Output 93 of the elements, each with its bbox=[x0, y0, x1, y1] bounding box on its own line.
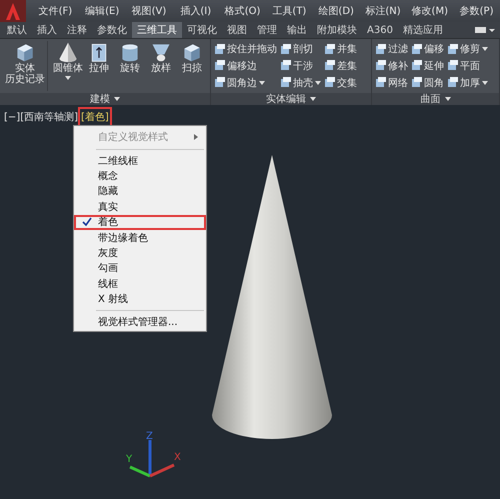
ribbon-tool-button[interactable]: 剖切 bbox=[280, 42, 321, 56]
ribbon-tool-button[interactable]: 并集 bbox=[324, 42, 357, 56]
panel-title-button[interactable]: 建模 bbox=[0, 93, 210, 105]
block-icon bbox=[447, 60, 458, 72]
tool-label: 扫掠 bbox=[182, 63, 202, 74]
ribbon-tab[interactable]: 附加模块 bbox=[312, 22, 362, 38]
ribbon-tool-button[interactable]: 圆角 bbox=[411, 76, 444, 90]
app-logo-icon[interactable] bbox=[0, 0, 26, 22]
block-icon bbox=[280, 44, 291, 55]
ribbon-tab[interactable]: 输出 bbox=[282, 22, 312, 38]
menu-option[interactable]: 灰度 bbox=[74, 245, 206, 261]
block-icon bbox=[324, 44, 335, 55]
ribbon-tool-button[interactable]: 平面 bbox=[447, 58, 488, 73]
tool-label: 历史记录 bbox=[5, 74, 45, 85]
menu-option[interactable]: 二维线框 bbox=[74, 153, 206, 168]
tool-label: 旋转 bbox=[120, 63, 140, 74]
ribbon-tool-button[interactable]: 过滤 bbox=[375, 42, 408, 56]
ribbon-tab[interactable]: 可视化 bbox=[182, 22, 222, 38]
ribbon-tool-button[interactable]: 旋转 bbox=[115, 41, 145, 91]
menu-option[interactable]: X 射线 bbox=[74, 292, 206, 307]
block-icon bbox=[375, 77, 386, 88]
tool-label: 放样 bbox=[151, 63, 171, 74]
ribbon-tab[interactable]: 插入 bbox=[32, 22, 62, 38]
block-icon bbox=[411, 77, 422, 88]
menu-item[interactable]: 编辑(E) bbox=[78, 4, 126, 18]
menu-option[interactable]: 勾画 bbox=[74, 260, 206, 276]
ribbon-tab[interactable]: 默认 bbox=[2, 22, 32, 38]
block-icon bbox=[280, 77, 291, 88]
tool-label: 拉伸 bbox=[89, 63, 109, 74]
ribbon-tab[interactable]: 视图 bbox=[222, 22, 252, 38]
block-icon bbox=[375, 60, 386, 72]
panel-toggle-icon[interactable] bbox=[474, 25, 496, 35]
ribbon-tool-button[interactable]: 按住并拖动 bbox=[214, 42, 277, 56]
ribbon-tool-button[interactable]: 扫掠 bbox=[177, 41, 207, 91]
axis-label: Y bbox=[126, 454, 132, 465]
ribbon-tab[interactable]: 管理 bbox=[252, 22, 282, 38]
panel-title-button[interactable]: 实体编辑 bbox=[211, 93, 371, 105]
tool-label: 实体 bbox=[15, 63, 35, 74]
menu-item[interactable]: 工具(T) bbox=[266, 4, 313, 18]
block-icon bbox=[324, 77, 335, 88]
menu-option[interactable]: 真实 bbox=[74, 199, 206, 215]
block-icon bbox=[214, 77, 225, 88]
menu-item[interactable]: 标注(N) bbox=[360, 4, 406, 18]
panel-title-button[interactable]: 曲面 bbox=[372, 93, 499, 105]
ribbon-tool-button[interactable]: 加厚 bbox=[447, 76, 488, 90]
menu-option[interactable]: 线框 bbox=[74, 276, 206, 292]
ribbon-tool-button[interactable]: 延伸 bbox=[411, 58, 444, 73]
viewport-control[interactable]: [西南等轴测] bbox=[20, 111, 78, 129]
ribbon-tool-button[interactable]: 修补 bbox=[375, 58, 408, 73]
ribbon-tool-button[interactable]: 圆锥体 bbox=[53, 41, 83, 91]
ribbon-tool-button[interactable]: 拉伸 bbox=[84, 41, 114, 91]
block-icon bbox=[411, 60, 422, 72]
ribbon-tool-button[interactable]: 实体 历史记录 bbox=[3, 41, 48, 91]
menu-option[interactable]: 视觉样式管理器... bbox=[74, 314, 206, 330]
menu-item[interactable]: 修改(M) bbox=[406, 4, 454, 18]
block-icon bbox=[280, 60, 291, 72]
ribbon-tool-button[interactable]: 圆角边 bbox=[214, 76, 277, 90]
menu-option[interactable]: 带边缘着色 bbox=[74, 230, 206, 246]
menu-item[interactable]: 文件(F) bbox=[32, 4, 79, 18]
ribbon-tool-button[interactable]: 偏移边 bbox=[214, 58, 277, 73]
cone-icon bbox=[57, 41, 79, 63]
ribbon-tool-button[interactable]: 网络 bbox=[375, 76, 408, 90]
ribbon-tab[interactable]: 精选应用 bbox=[398, 22, 448, 38]
block-icon bbox=[214, 44, 225, 55]
menu-item[interactable]: 参数(P) bbox=[453, 4, 500, 18]
block-icon bbox=[411, 44, 422, 55]
viewport-control[interactable]: [−] bbox=[4, 111, 20, 129]
block-icon bbox=[214, 60, 225, 72]
ribbon-tool-button[interactable]: 抽壳 bbox=[280, 76, 321, 90]
block-icon bbox=[375, 44, 386, 55]
tool-label: 圆锥体 bbox=[53, 63, 83, 74]
ribbon-tool-button[interactable]: 差集 bbox=[324, 58, 357, 73]
menu-item[interactable]: 格式(O) bbox=[219, 4, 266, 18]
ribbon-tab[interactable]: 参数化 bbox=[92, 22, 132, 38]
ribbon-tool-button[interactable]: 放样 bbox=[146, 41, 176, 91]
ribbon-tab[interactable]: A360 bbox=[362, 22, 398, 38]
menu-item[interactable]: 绘图(D) bbox=[312, 4, 360, 18]
axis-label: X bbox=[174, 452, 181, 463]
ribbon-tab[interactable]: 三维工具 bbox=[132, 22, 182, 38]
menu-item[interactable]: 插入(I) bbox=[172, 4, 220, 18]
block-icon bbox=[324, 60, 335, 72]
ribbon-tool-button[interactable]: 交集 bbox=[324, 76, 357, 90]
ribbon-tool-button[interactable]: 修剪 bbox=[447, 42, 488, 56]
menu-option[interactable]: 着色 bbox=[74, 214, 206, 230]
block-icon bbox=[447, 77, 458, 88]
block-icon bbox=[447, 44, 458, 55]
menu-item[interactable]: 视图(V) bbox=[126, 4, 172, 18]
ribbon-tool-button[interactable]: 偏移 bbox=[411, 42, 444, 56]
menu-option[interactable]: 隐藏 bbox=[74, 184, 206, 200]
axis-label: Z bbox=[146, 431, 153, 442]
menu-option[interactable]: 概念 bbox=[74, 168, 206, 184]
ribbon-tab[interactable]: 注释 bbox=[62, 22, 92, 38]
ribbon-tool-button[interactable]: 干涉 bbox=[280, 58, 321, 73]
